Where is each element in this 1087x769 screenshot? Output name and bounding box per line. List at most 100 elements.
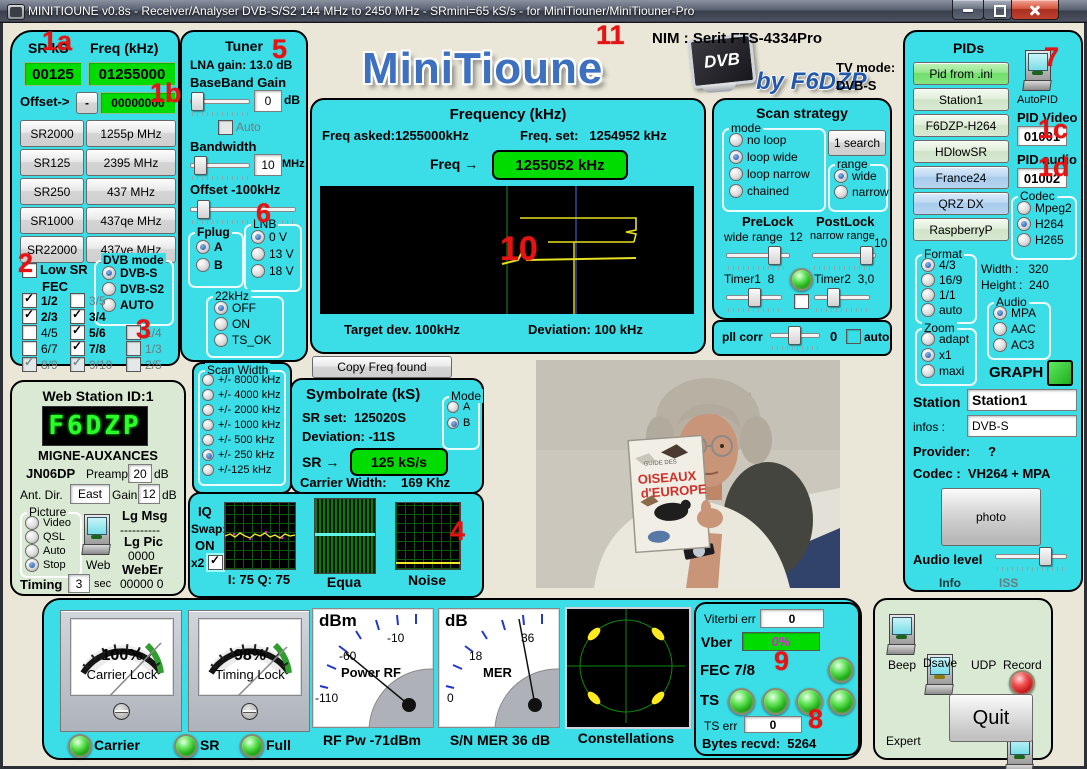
picture-auto-radio[interactable] [25,544,39,558]
range-narrow-radio[interactable] [834,185,848,199]
bbgain-slider[interactable] [190,92,250,116]
22khz-tsok-radio[interactable] [214,333,228,347]
codec-mpeg2-radio[interactable] [1017,201,1031,215]
lnb-0v-radio[interactable] [251,230,265,244]
sr-mode-b-radio[interactable] [447,417,459,429]
gain-field[interactable]: 12 [138,484,160,504]
freq-preset-button[interactable]: 2395 MHz [86,149,176,176]
fec-8-9-checkbox[interactable] [22,357,37,372]
timer2-slider[interactable] [814,288,870,312]
picture-qsl-radio[interactable] [25,530,39,544]
sr-preset-button[interactable]: SR1000 [20,207,84,234]
hdlowsr-button[interactable]: HDlowSR [913,140,1009,163]
sw-4000-radio[interactable] [202,389,214,401]
web-switch[interactable] [84,514,110,554]
bandwidth-field[interactable]: 10 [254,154,282,176]
pll-auto-checkbox[interactable] [846,329,861,344]
bbgain-field[interactable]: 0 [254,90,282,112]
sw-1000-radio[interactable] [202,419,214,431]
freq-preset-button[interactable]: 437 MHz [86,178,176,205]
preamp-field[interactable]: 20 [128,464,152,483]
sr-mode-a-radio[interactable] [447,401,459,413]
f6dzp-h264-button[interactable]: F6DZP-H264 [913,114,1009,137]
fec-2-3-checkbox[interactable] [22,309,37,324]
offset-minus-button[interactable]: - [76,92,98,114]
timer1-slider[interactable] [726,288,782,312]
fec-3-4-checkbox[interactable] [70,309,85,324]
infos-field[interactable]: DVB-S [967,415,1077,437]
lnb-13v-radio[interactable] [251,247,265,261]
tuner-offset-slider[interactable] [190,200,296,224]
station-field[interactable]: Station1 [967,389,1077,411]
audio-mpa-radio[interactable] [993,306,1007,320]
mode-loopwide-radio[interactable] [729,150,743,164]
fec-4-5-checkbox[interactable] [22,325,37,340]
fec-9-10-checkbox[interactable] [70,357,85,372]
format-auto-radio[interactable] [921,303,935,317]
maximize-button[interactable] [983,0,1012,20]
pll-slider[interactable] [770,326,820,350]
22khz-on-radio[interactable] [214,317,228,331]
fplug-b-radio[interactable] [196,258,210,272]
mode-loopnarrow-radio[interactable] [729,167,743,181]
lnb-18v-radio[interactable] [251,264,265,278]
photo-button[interactable]: photo [941,488,1041,546]
sw-250-radio[interactable] [202,449,214,461]
copy-freq-button[interactable]: Copy Freq found [312,356,452,378]
timing-field[interactable]: 3 [68,574,90,593]
one-search-button[interactable]: 1 search [828,130,886,156]
audio-ac3-radio[interactable] [993,338,1007,352]
fec-3-5-checkbox[interactable] [70,293,85,308]
zoom-maxi-radio[interactable] [921,364,935,378]
22khz-off-radio[interactable] [214,301,228,315]
zoom-adapt-radio[interactable] [921,332,935,346]
minimize-button[interactable] [952,0,984,20]
postlock-slider[interactable] [812,246,876,270]
close-button[interactable] [1011,0,1059,20]
codec-h265-radio[interactable] [1017,233,1031,247]
range-wide-radio[interactable] [834,169,848,183]
fec-5-6-checkbox[interactable] [70,325,85,340]
france24-button[interactable]: France24 [913,166,1009,189]
quit-button[interactable]: Quit [949,694,1033,742]
sw-125-radio[interactable] [202,464,214,476]
bbgain-auto-checkbox[interactable] [218,120,233,135]
audio-aac-radio[interactable] [993,322,1007,336]
codec-h264-radio[interactable] [1017,217,1031,231]
picture-stop-radio[interactable] [25,558,39,572]
sr-value-field[interactable]: 00125 [24,62,82,86]
zoom-x1-radio[interactable] [921,348,935,362]
sw-500-radio[interactable] [202,434,214,446]
qrzdx-button[interactable]: QRZ DX [913,192,1009,215]
iq-x2-checkbox[interactable] [208,555,223,570]
picture-video-radio[interactable] [25,516,39,530]
sr-preset-button[interactable]: SR125 [20,149,84,176]
scan-checkbox[interactable] [794,294,809,309]
bandwidth-slider[interactable] [190,156,250,180]
title-bar[interactable]: MINITIOUNE v0.8s - Receiver/Analyser DVB… [0,0,1087,23]
fec-1-2-checkbox[interactable] [22,293,37,308]
raspberryp-button[interactable]: RaspberryP [913,218,1009,241]
audio-level-slider[interactable] [995,547,1067,571]
beep-switch[interactable] [889,614,915,654]
mode-chained-radio[interactable] [729,184,743,198]
mode-noloop-radio[interactable] [729,133,743,147]
dvb-s-radio[interactable] [102,266,116,280]
graph-button[interactable] [1047,360,1073,386]
fec-2-5-checkbox[interactable] [126,357,141,372]
freq-preset-button[interactable]: 437qe MHz [86,207,176,234]
fec-6-7-checkbox[interactable] [22,341,37,356]
sr-preset-button[interactable]: SR250 [20,178,84,205]
sw-2000-radio[interactable] [202,404,214,416]
prelock-slider[interactable] [726,246,790,270]
sw-8000-radio[interactable] [202,374,214,386]
format-169-radio[interactable] [921,273,935,287]
format-11-radio[interactable] [921,288,935,302]
freq-preset-button[interactable]: 1255p MHz [86,120,176,147]
format-43-radio[interactable] [921,258,935,272]
pid-from-ini-button[interactable]: Pid from .ini [913,62,1009,85]
station1-button[interactable]: Station1 [913,88,1009,111]
fec-7-8-checkbox[interactable] [70,341,85,356]
fplug-a-radio[interactable] [196,240,210,254]
ant-dir-field[interactable]: East [70,484,110,504]
